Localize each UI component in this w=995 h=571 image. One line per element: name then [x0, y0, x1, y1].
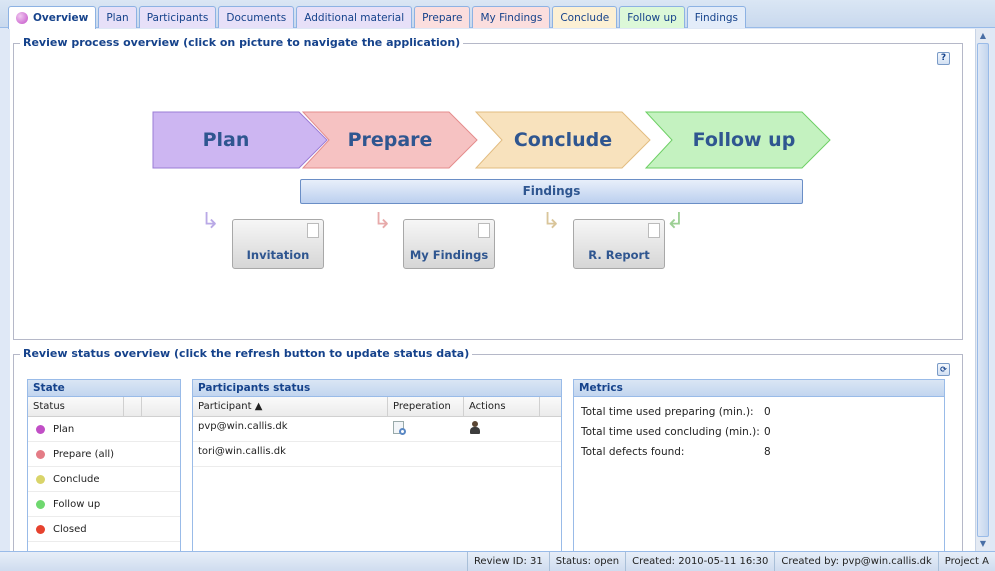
table-row[interactable]: pvp@win.callis.dk: [193, 417, 561, 442]
status-overview-fieldset: Review status overview (click the refres…: [13, 347, 963, 555]
step-follow-up-label: Follow up: [692, 129, 796, 151]
metric-value: 8: [764, 446, 771, 458]
metric-value: 0: [764, 406, 771, 418]
arrow-hook-icon: ↳: [542, 209, 561, 234]
findings-bar[interactable]: Findings: [300, 179, 803, 204]
arrow-hook-icon: ↳: [373, 209, 392, 234]
document-icon: [648, 223, 660, 238]
step-prepare[interactable]: Prepare: [301, 110, 481, 170]
metrics-panel: Metrics Total time used preparing (min.)…: [573, 379, 945, 555]
metric-row: Total time used preparing (min.): 0: [574, 402, 944, 422]
status-column-header[interactable]: Status: [28, 397, 124, 416]
scroll-up-icon[interactable]: ▲: [978, 31, 988, 41]
step-conclude[interactable]: Conclude: [474, 110, 654, 170]
metric-value: 0: [764, 426, 771, 438]
step-follow-up[interactable]: Follow up: [644, 110, 831, 170]
document-icon: [307, 223, 319, 238]
return-arrow-icon: ↲: [666, 209, 685, 234]
status-dot-icon: [36, 499, 45, 509]
state-row: Conclude: [28, 467, 180, 492]
actions-column-header[interactable]: Actions: [464, 397, 540, 416]
participant-column-header[interactable]: Participant ▲: [193, 397, 388, 416]
created-date: Created: 2010-05-11 16:30: [625, 552, 774, 571]
overview-icon: [16, 12, 28, 24]
scroll-down-icon[interactable]: ▼: [978, 539, 988, 549]
refresh-button[interactable]: ⟳: [937, 363, 950, 376]
tab-my-findings[interactable]: My Findings: [472, 6, 551, 28]
table-row[interactable]: tori@win.callis.dk: [193, 442, 561, 467]
created-by: Created by: pvp@win.callis.dk: [774, 552, 937, 571]
state-panel-title: State: [28, 380, 180, 397]
vertical-scrollbar[interactable]: ▲ ▼: [975, 29, 990, 551]
state-row: Closed: [28, 517, 180, 542]
tab-participants[interactable]: Participants: [138, 6, 217, 28]
metrics-panel-title: Metrics: [574, 380, 944, 397]
metric-row: Total time used concluding (min.): 0: [574, 422, 944, 442]
process-overview-fieldset: Review process overview (click on pictur…: [13, 36, 963, 340]
state-panel: State Status Plan Prepare (all) Conclude…: [27, 379, 181, 555]
tab-overview[interactable]: Overview: [8, 6, 97, 29]
document-icon: [478, 223, 490, 238]
tab-follow-up[interactable]: Follow up: [619, 6, 685, 28]
invitation-doc[interactable]: Invitation: [232, 219, 324, 269]
project-name: Project A: [937, 552, 995, 571]
tab-additional-material[interactable]: Additional material: [296, 6, 413, 28]
tab-prepare[interactable]: Prepare: [414, 6, 471, 28]
tab-plan[interactable]: Plan: [98, 6, 137, 28]
metric-label: Total time used preparing (min.):: [581, 406, 754, 418]
metric-label: Total time used concluding (min.):: [581, 426, 760, 438]
status-dot-icon: [36, 449, 45, 459]
tab-findings[interactable]: Findings: [686, 6, 747, 28]
status-dot-icon: [36, 524, 45, 534]
arrow-hook-icon: ↳: [201, 209, 220, 234]
review-id: Review ID: 31: [466, 552, 549, 571]
scrollbar-thumb[interactable]: [977, 43, 989, 537]
state-row: Follow up: [28, 492, 180, 517]
participants-grid-header: Participant ▲ Preperation Actions: [193, 397, 561, 417]
metric-label: Total defects found:: [581, 446, 685, 458]
state-row: Prepare (all): [28, 442, 180, 467]
preperation-column-header[interactable]: Preperation: [388, 397, 464, 416]
tab-conclude[interactable]: Conclude: [552, 6, 618, 28]
tab-documents[interactable]: Documents: [218, 6, 295, 28]
step-prepare-label: Prepare: [347, 129, 433, 151]
main-panel: Review process overview (click on pictur…: [10, 29, 975, 555]
status-dot-icon: [36, 474, 45, 484]
participant-email: tori@win.callis.dk: [198, 446, 286, 457]
my-findings-doc[interactable]: My Findings: [403, 219, 495, 269]
participants-panel-title: Participants status: [193, 380, 561, 397]
metric-row: Total defects found: 8: [574, 442, 944, 462]
status-dot-icon: [36, 424, 45, 434]
step-plan-label: Plan: [202, 129, 250, 151]
review-status: Status: open: [548, 552, 625, 571]
report-doc[interactable]: R. Report: [573, 219, 665, 269]
help-button[interactable]: ?: [937, 52, 950, 65]
state-grid-header: Status: [28, 397, 180, 417]
status-bar: Review ID: 31 Status: open Created: 2010…: [0, 551, 995, 571]
user-icon[interactable]: [469, 421, 481, 434]
step-conclude-label: Conclude: [513, 129, 613, 151]
participants-panel: Participants status Participant ▲ Preper…: [192, 379, 562, 555]
state-row: Plan: [28, 417, 180, 442]
status-overview-legend: Review status overview (click the refres…: [20, 347, 473, 360]
participant-email: pvp@win.callis.dk: [198, 421, 288, 432]
process-overview-legend: Review process overview (click on pictur…: [20, 36, 464, 49]
state-list: Plan Prepare (all) Conclude Follow up Cl…: [28, 417, 180, 542]
tab-strip: Overview Plan Participants Documents Add…: [0, 0, 995, 29]
document-search-icon[interactable]: [393, 421, 406, 435]
